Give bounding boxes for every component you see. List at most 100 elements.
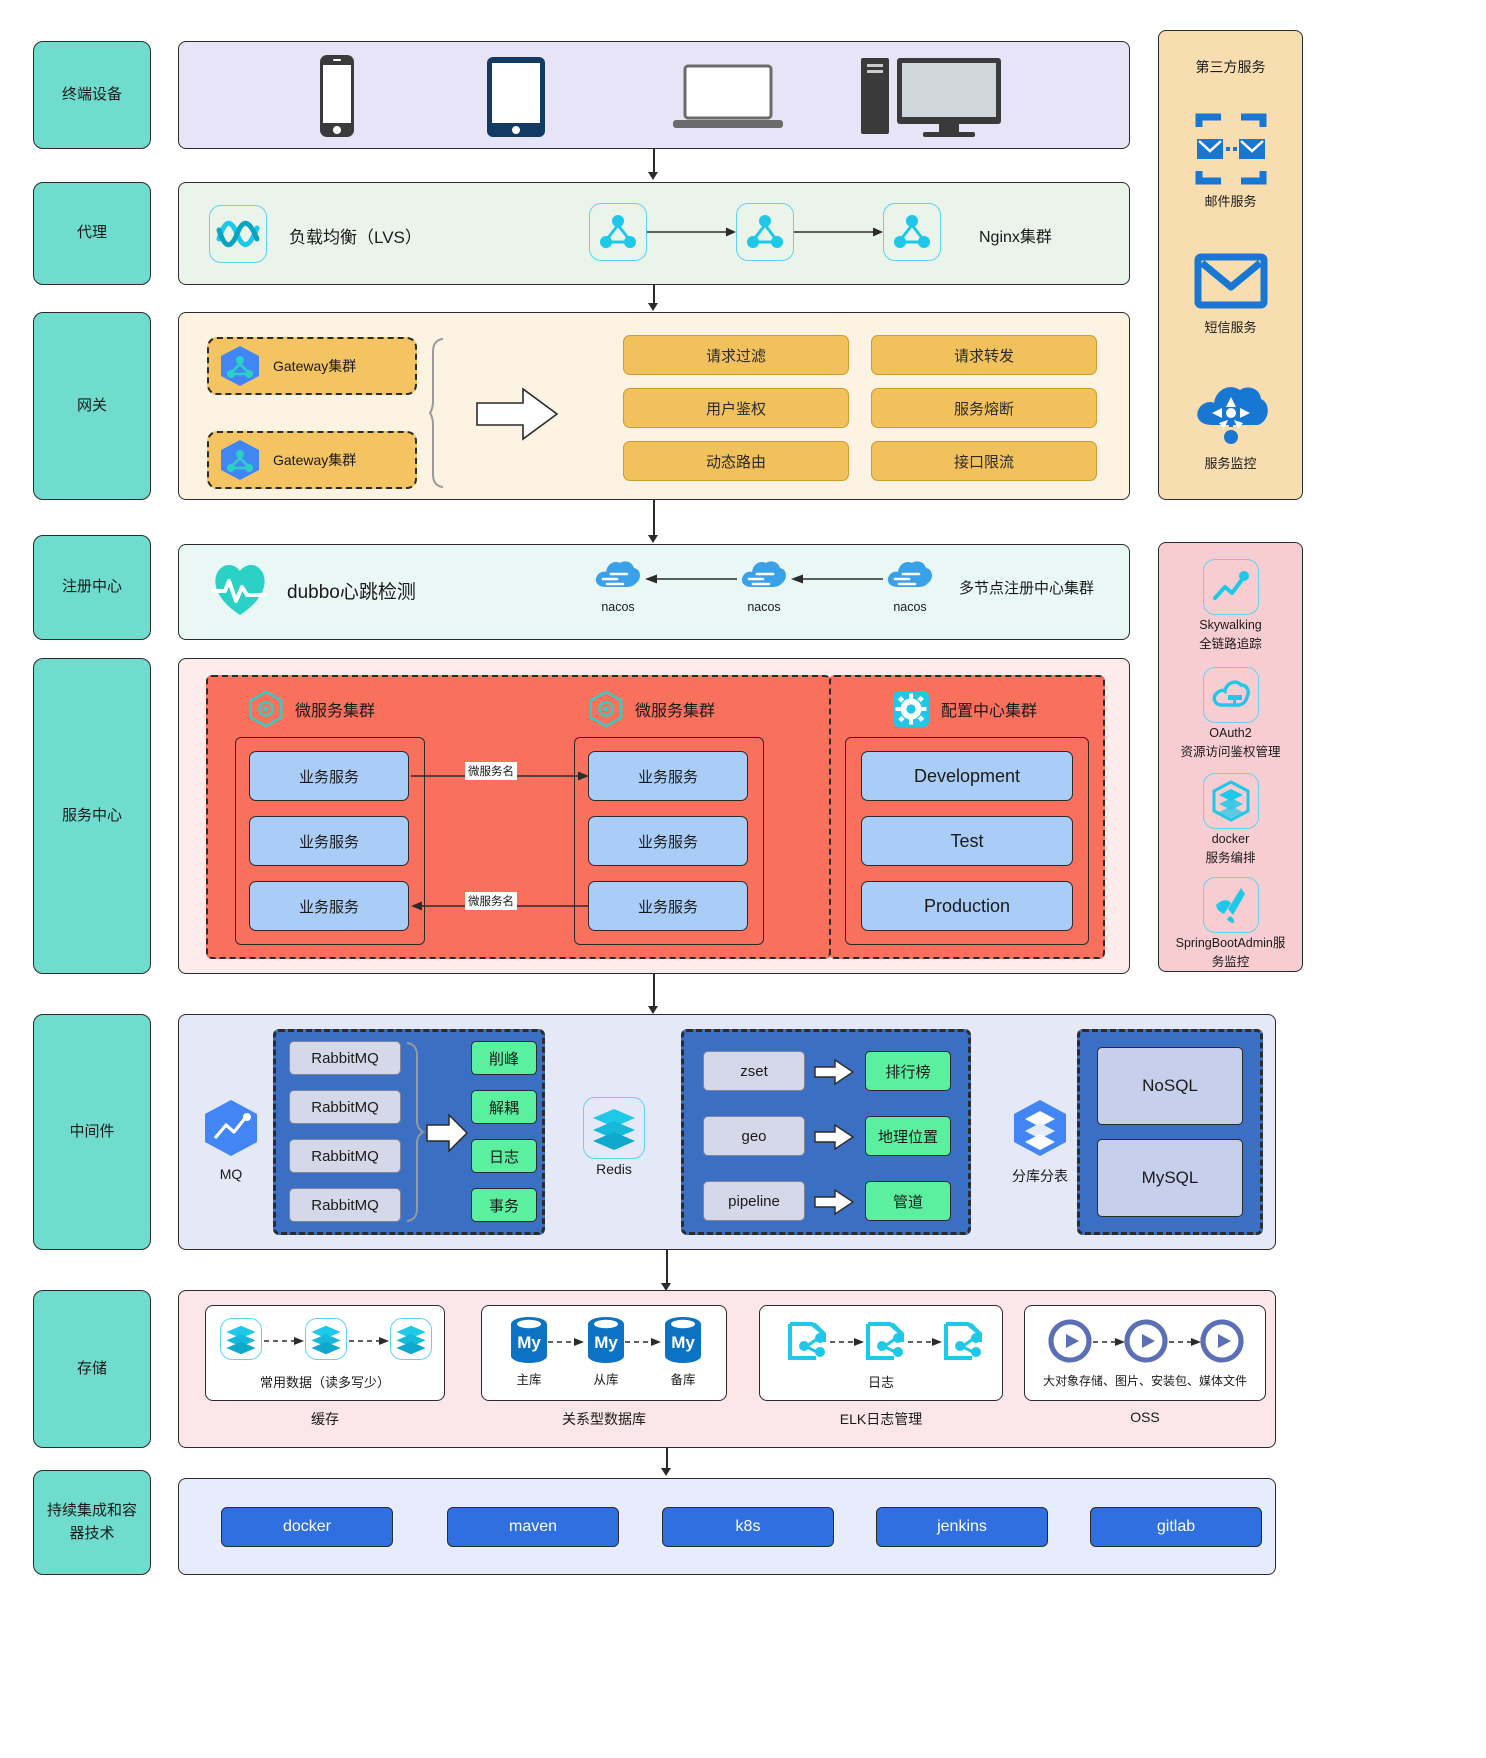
gateway-feature-1[interactable]: 请求转发 xyxy=(871,335,1097,375)
flow-arrow-middleware-storage xyxy=(666,1250,668,1286)
nacos-icon xyxy=(595,561,640,587)
flow-arrowhead-terminal-proxy xyxy=(648,172,658,180)
cicd-band: docker maven k8s jenkins gitlab xyxy=(178,1478,1276,1575)
cicd-tool-gitlab-label: gitlab xyxy=(1156,1518,1196,1535)
tools-item-docker[interactable]: docker 服务编排 xyxy=(1159,773,1302,867)
mq-feature-0[interactable]: 削峰 xyxy=(471,1041,537,1075)
business-service-1-1[interactable]: 业务服务 xyxy=(249,751,409,801)
nacos-node-1[interactable]: nacos xyxy=(737,555,791,614)
business-service-2-2[interactable]: 业务服务 xyxy=(588,816,748,866)
nginx-node-icon xyxy=(883,203,941,261)
gateway-feature-4-label: 动态路由 xyxy=(705,453,766,471)
storage-card-oss: 大对象存储、图片、安装包、媒体文件 xyxy=(1024,1305,1266,1401)
redis-value-pipeline[interactable]: 管道 xyxy=(865,1181,951,1221)
third-party-item-monitor[interactable]: 服务监控 xyxy=(1159,381,1302,473)
third-party-panel: 第三方服务 邮件服务 短信服务 服务监控 xyxy=(1158,30,1303,500)
gateway-cluster-1[interactable]: Gateway集群 xyxy=(207,337,417,395)
storage-band: 常用数据（读多写少） 缓存 My 主库 My 从库 My 备库 关系型数据库 日… xyxy=(178,1290,1276,1448)
redis-caption: Redis xyxy=(596,1161,632,1177)
gateway-cluster-2[interactable]: Gateway集群 xyxy=(207,431,417,489)
mq-feature-0-label: 削峰 xyxy=(488,1050,519,1068)
row-label-terminal-text: 终端设备 xyxy=(61,85,122,103)
mq-flow-arrow xyxy=(426,1113,469,1153)
config-env-development[interactable]: Development xyxy=(861,751,1073,801)
storage-card-rdbms: My 主库 My 从库 My 备库 xyxy=(481,1305,727,1401)
nacos-icon xyxy=(887,561,932,587)
redis-value-pipeline-label: 管道 xyxy=(892,1193,923,1211)
mq-queue-1[interactable]: RabbitMQ xyxy=(289,1090,401,1124)
tools-item-oauth2[interactable]: OAuth2 资源访问鉴权管理 xyxy=(1159,667,1302,761)
heartbeat-icon xyxy=(211,565,267,615)
gateway-feature-2[interactable]: 用户鉴权 xyxy=(623,388,849,428)
cache-dash-arrow-1 xyxy=(264,1337,304,1345)
tablet-icon xyxy=(487,57,545,137)
redis-stack-icon xyxy=(390,1318,432,1360)
redis-key-pipeline[interactable]: pipeline xyxy=(703,1181,805,1221)
third-party-item-sms[interactable]: 短信服务 xyxy=(1159,251,1302,337)
mail-exchange-icon xyxy=(1195,113,1266,185)
redis-key-zset[interactable]: zset xyxy=(703,1051,805,1091)
cicd-tool-gitlab[interactable]: gitlab xyxy=(1090,1507,1262,1547)
nacos-link-arrow-left-2 xyxy=(791,574,883,584)
config-env-test[interactable]: Test xyxy=(861,816,1073,866)
mq-feature-2[interactable]: 日志 xyxy=(471,1139,537,1173)
tools-item-oauth2-caption-bottom: 资源访问鉴权管理 xyxy=(1180,744,1281,759)
cicd-tool-jenkins[interactable]: jenkins xyxy=(876,1507,1048,1547)
gateway-feature-0-label: 请求过滤 xyxy=(705,347,766,365)
config-env-development-label: Development xyxy=(913,765,1021,786)
cicd-tool-docker[interactable]: docker xyxy=(221,1507,393,1547)
mysql-backup-label: 备库 xyxy=(670,1373,696,1387)
business-service-1-2[interactable]: 业务服务 xyxy=(249,816,409,866)
tools-item-skywalking[interactable]: Skywalking 全链路追踪 xyxy=(1159,559,1302,653)
storage-card-cache: 常用数据（读多写少） xyxy=(205,1305,445,1401)
gateway-feature-5[interactable]: 接口限流 xyxy=(871,441,1097,481)
nacos-node-0[interactable]: nacos xyxy=(591,555,645,614)
mq-feature-3[interactable]: 事务 xyxy=(471,1188,537,1222)
tools-item-docker-caption-bottom: 服务编排 xyxy=(1205,850,1256,865)
business-service-2-1[interactable]: 业务服务 xyxy=(588,751,748,801)
config-env-test-label: Test xyxy=(950,830,984,851)
store-nosql[interactable]: NoSQL xyxy=(1097,1047,1243,1125)
nacos-node-2[interactable]: nacos xyxy=(883,555,937,614)
redis-value-geo[interactable]: 地理位置 xyxy=(865,1116,951,1156)
elk-icon xyxy=(788,1322,826,1360)
cicd-tool-docker-label: docker xyxy=(282,1518,332,1535)
mq-icon xyxy=(205,1100,257,1156)
oss-icon xyxy=(1124,1319,1168,1363)
gateway-feature-3[interactable]: 服务熔断 xyxy=(871,388,1097,428)
oauth2-cloud-icon xyxy=(1202,667,1259,723)
mq-queue-3[interactable]: RabbitMQ xyxy=(289,1188,401,1222)
row-label-terminal: 终端设备 xyxy=(33,41,151,149)
store-mysql[interactable]: MySQL xyxy=(1097,1139,1243,1217)
mq-feature-1[interactable]: 解耦 xyxy=(471,1090,537,1124)
mysql-node-master: My 主库 xyxy=(504,1316,554,1388)
tools-item-springbootadmin-caption-bottom: 务监控 xyxy=(1211,954,1250,969)
svg-text:My: My xyxy=(517,1333,541,1352)
cicd-tool-k8s[interactable]: k8s xyxy=(662,1507,834,1547)
row-label-middleware: 中间件 xyxy=(33,1014,151,1250)
redis-block: Redis xyxy=(571,1097,657,1177)
desktop-icon xyxy=(861,58,1001,137)
redis-value-ranking[interactable]: 排行榜 xyxy=(865,1051,951,1091)
gateway-feature-0[interactable]: 请求过滤 xyxy=(623,335,849,375)
service-center-band: 微服务集群 业务服务 业务服务 业务服务 微服务集群 业务服务 业务服务 业务服… xyxy=(178,658,1130,974)
redis-key-geo[interactable]: geo xyxy=(703,1116,805,1156)
microservice-cluster-1-label: 微服务集群 xyxy=(295,703,376,720)
mq-queue-2[interactable]: RabbitMQ xyxy=(289,1139,401,1173)
storage-caption-cache: 缓存 xyxy=(311,1411,339,1427)
config-env-production[interactable]: Production xyxy=(861,881,1073,931)
mysql-icon: My xyxy=(588,1317,624,1363)
mq-block: MQ xyxy=(191,1097,271,1182)
mq-queue-0[interactable]: RabbitMQ xyxy=(289,1041,401,1075)
elk-icon xyxy=(944,1322,982,1360)
gateway-feature-4[interactable]: 动态路由 xyxy=(623,441,849,481)
business-service-2-3[interactable]: 业务服务 xyxy=(588,881,748,931)
row-label-storage-text: 存储 xyxy=(76,1359,107,1377)
tools-item-springbootadmin[interactable]: SpringBootAdmin服 务监控 xyxy=(1159,877,1302,971)
flow-arrow-storage-cicd xyxy=(666,1448,668,1470)
third-party-item-mail[interactable]: 邮件服务 xyxy=(1159,113,1302,211)
business-service-2-1-label: 业务服务 xyxy=(637,768,698,786)
cicd-tool-maven[interactable]: maven xyxy=(447,1507,619,1547)
mysql-icon: My xyxy=(665,1317,701,1363)
business-service-1-3[interactable]: 业务服务 xyxy=(249,881,409,931)
